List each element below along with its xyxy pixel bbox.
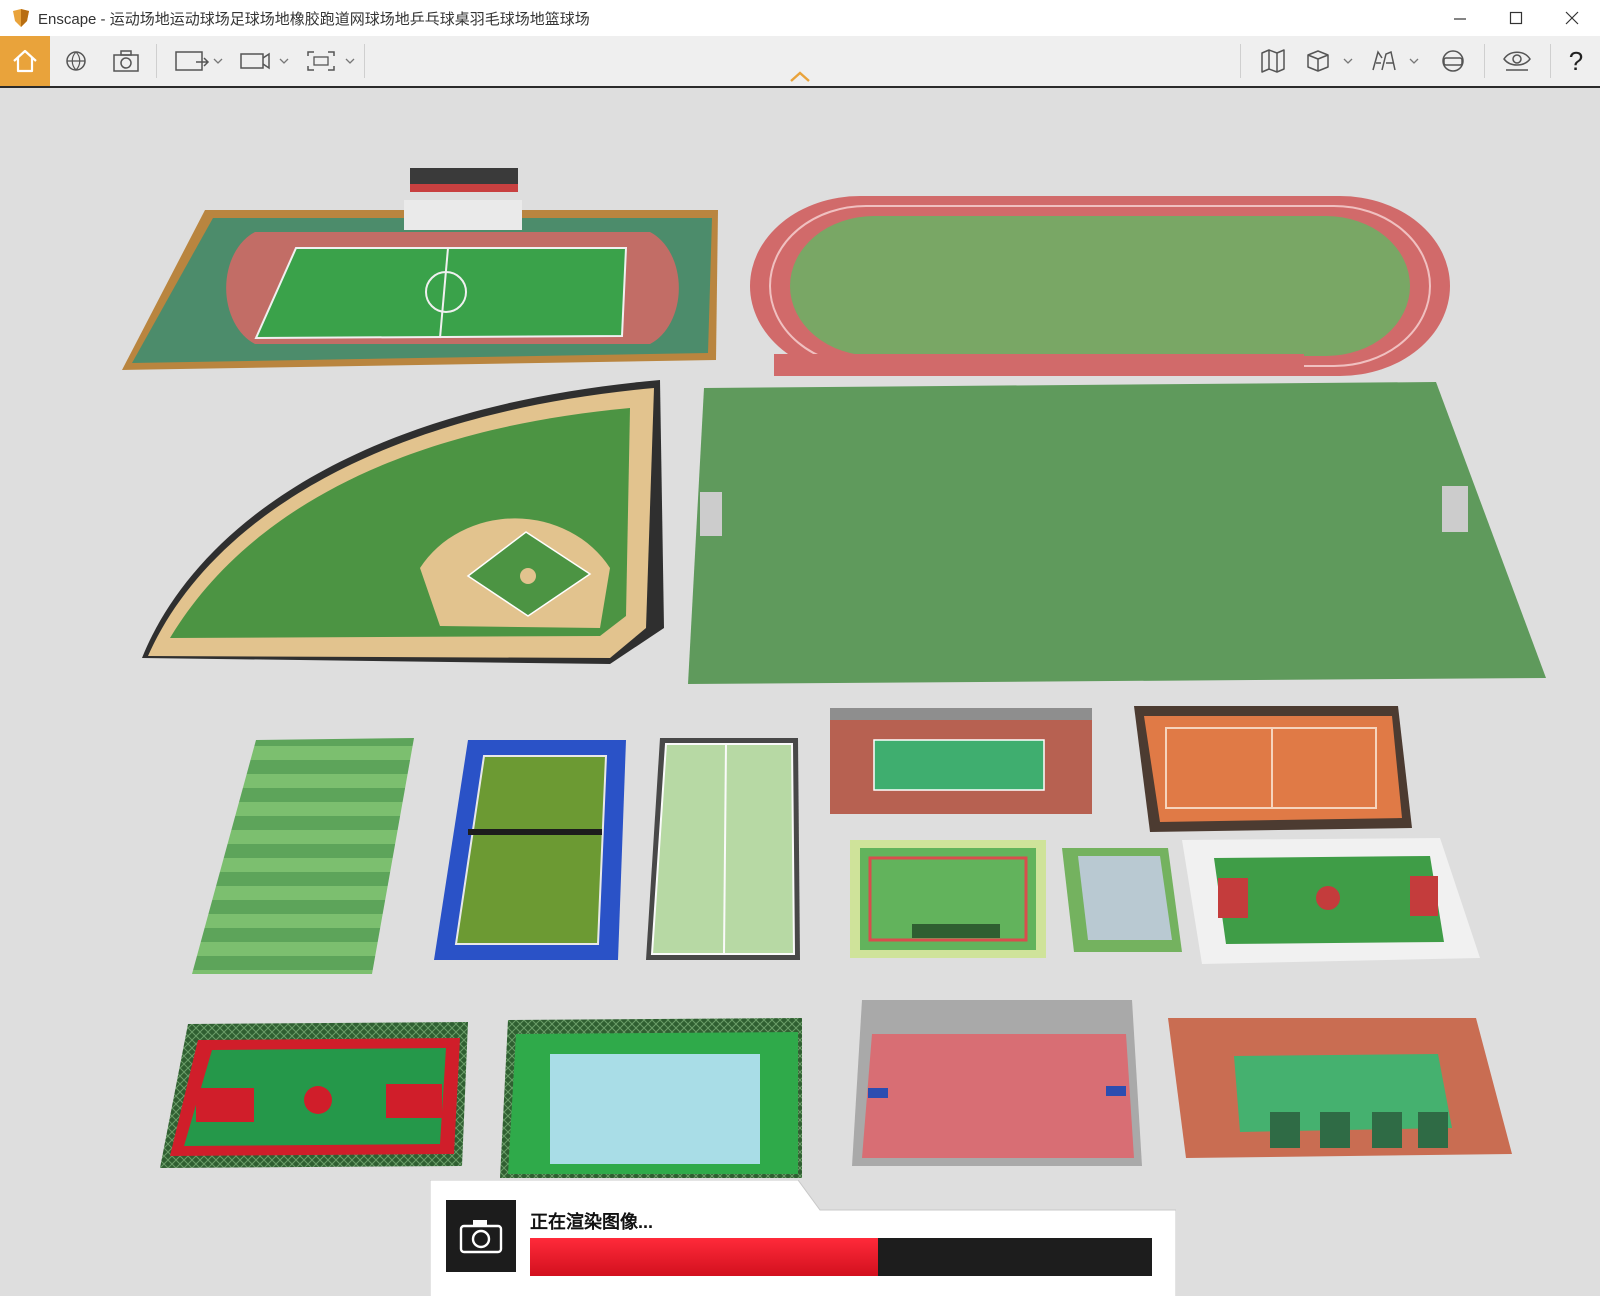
render-progress-fill xyxy=(530,1238,879,1276)
render-viewport[interactable]: 正在渲染图像... xyxy=(0,88,1600,1296)
map-button[interactable] xyxy=(1252,36,1294,86)
render-export-button[interactable] xyxy=(168,36,228,86)
view-export-icon xyxy=(175,51,223,71)
visibility-button[interactable] xyxy=(1494,36,1540,86)
video-export-icon xyxy=(240,52,289,70)
visibility-icon xyxy=(1503,51,1531,71)
scene-render xyxy=(0,88,1600,1296)
running-track-model xyxy=(750,196,1450,376)
home-button[interactable] xyxy=(0,36,50,86)
toolbar-separator xyxy=(156,44,157,78)
small-blue-court-model xyxy=(1062,848,1182,952)
fenced-tennis-court-model xyxy=(830,708,1092,814)
render-progress-dialog: 正在渲染图像... xyxy=(430,1180,1176,1296)
batch-export-icon xyxy=(307,51,355,71)
chevron-up-icon xyxy=(790,71,810,82)
assets-icon xyxy=(1372,50,1419,71)
asset-library-button[interactable] xyxy=(1368,36,1426,86)
minimize-button[interactable] xyxy=(1432,0,1488,36)
fenced-basketball-court-model xyxy=(160,1022,468,1168)
vr-headset-button[interactable] xyxy=(1432,36,1474,86)
toolbar-separator xyxy=(1550,44,1551,78)
green-practice-court-model xyxy=(850,840,1046,958)
help-button[interactable]: ? xyxy=(1556,36,1596,86)
render-status-text: 正在渲染图像... xyxy=(530,1212,654,1232)
map-icon xyxy=(1261,49,1285,73)
minimize-icon xyxy=(1454,18,1466,20)
render-progress-bar xyxy=(530,1238,1152,1276)
video-export-button[interactable] xyxy=(234,36,294,86)
cube-icon xyxy=(1307,50,1353,72)
camera-icon xyxy=(459,1220,503,1254)
close-icon xyxy=(1565,11,1579,25)
title-bar: Enscape - 运动场地运动球场足球场地橡胶跑道网球场地乒乓球桌羽毛球场地篮… xyxy=(0,0,1600,36)
screenshot-button[interactable] xyxy=(104,36,148,86)
toolbar-separator xyxy=(1484,44,1485,78)
render-camera-button xyxy=(446,1200,516,1272)
vr-headset-icon xyxy=(1442,50,1464,72)
toolbar-separator xyxy=(364,44,365,78)
view-mode-button[interactable] xyxy=(1302,36,1360,86)
toolbar: ? xyxy=(0,36,1600,88)
window-title: Enscape - 运动场地运动球场足球场地橡胶跑道网球场地乒乓球桌羽毛球场地篮… xyxy=(38,11,590,28)
basketball-court-model xyxy=(1182,838,1480,964)
home-icon xyxy=(13,49,37,73)
sync-globe-button[interactable] xyxy=(56,36,96,86)
enscape-logo-icon xyxy=(13,9,29,27)
close-button[interactable] xyxy=(1544,0,1600,36)
maximize-icon xyxy=(1509,11,1523,25)
camera-icon xyxy=(113,50,139,72)
red-basketball-court-model xyxy=(852,1000,1142,1166)
maximize-button[interactable] xyxy=(1488,0,1544,36)
collapse-toolbar-button[interactable] xyxy=(782,36,818,86)
fenced-futsal-court-model xyxy=(500,1018,802,1178)
multi-court-model xyxy=(1168,1018,1512,1158)
badminton-court-model xyxy=(646,738,800,960)
large-football-pitch-model xyxy=(688,382,1546,684)
orange-tennis-court-model xyxy=(1134,706,1412,832)
batch-export-button[interactable] xyxy=(300,36,360,86)
toolbar-separator xyxy=(1240,44,1241,78)
globe-icon xyxy=(66,51,86,71)
